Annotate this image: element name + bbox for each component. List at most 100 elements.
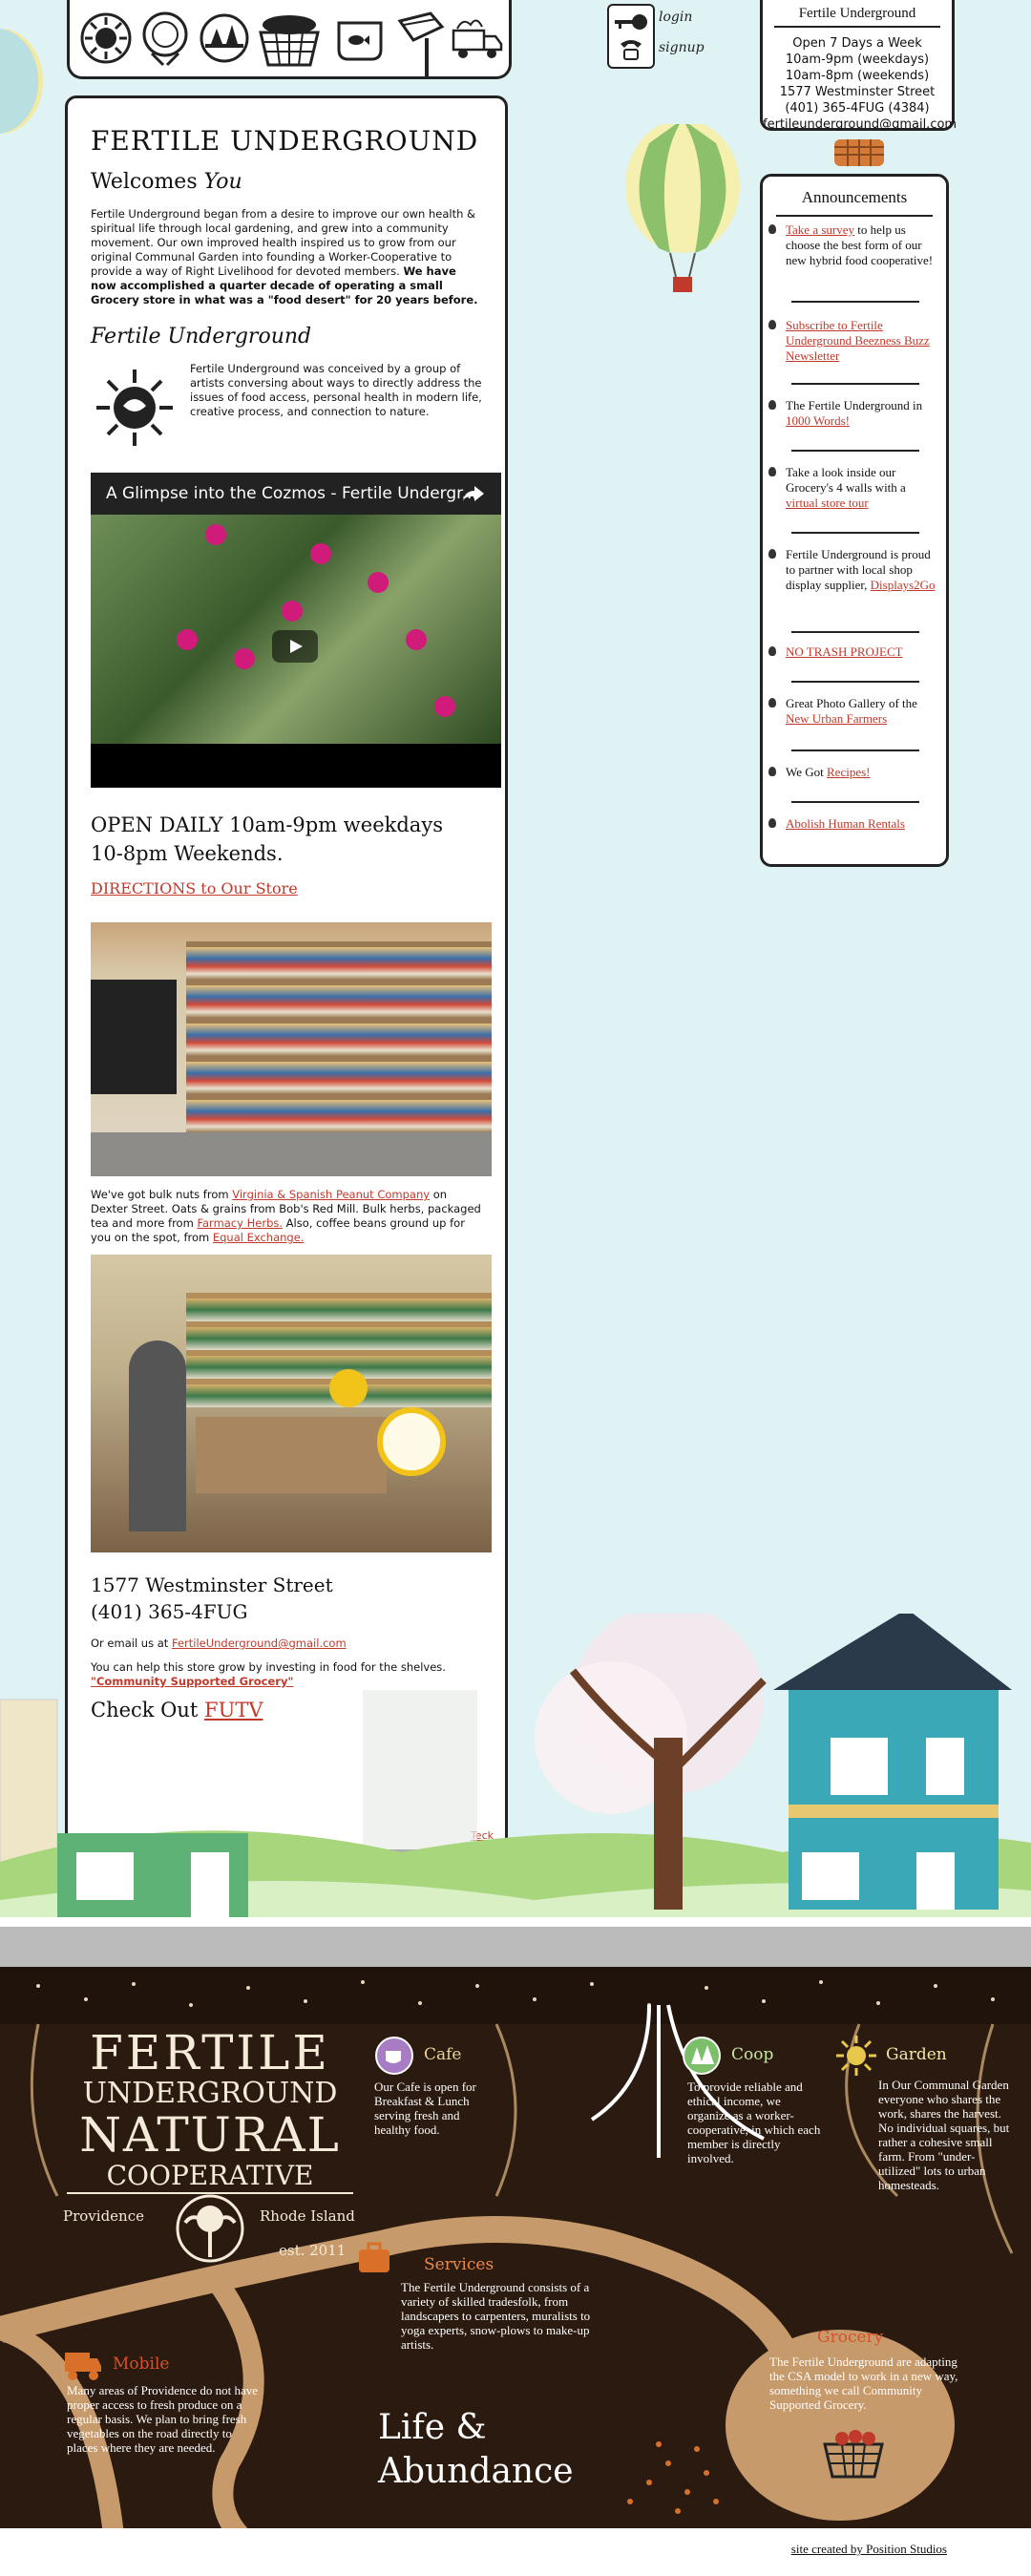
divider xyxy=(791,450,919,452)
services-text: The Fertile Underground consists of a va… xyxy=(401,2280,591,2352)
watering-can-icon[interactable] xyxy=(392,11,446,78)
flower-decoration xyxy=(177,629,198,650)
bulk-paragraph: We've got bulk nuts from Virginia & Span… xyxy=(91,1188,482,1245)
announcement-item: Fertile Underground is proud to partner … xyxy=(768,547,938,593)
share-icon[interactable] xyxy=(461,484,486,503)
announcement-item: Great Photo Gallery of the New Urban Far… xyxy=(768,696,938,727)
cafe-title[interactable]: Cafe xyxy=(424,2045,462,2064)
mobile-title[interactable]: Mobile xyxy=(113,2354,169,2374)
displays2go-link[interactable]: Displays2Go xyxy=(871,578,936,592)
announcement-text: Take a look inside our Grocery's 4 walls… xyxy=(786,465,906,495)
abolish-rentals-link[interactable]: Abolish Human Rentals xyxy=(786,816,905,831)
flower-decoration xyxy=(434,696,455,717)
flower-decoration xyxy=(368,572,389,593)
divider xyxy=(791,301,919,303)
footer: site created by Position Studios xyxy=(0,2528,1031,2576)
equal-exchange-link[interactable]: Equal Exchange. xyxy=(213,1231,305,1244)
urban-farmers-link[interactable]: New Urban Farmers xyxy=(786,711,887,726)
flower-decoration xyxy=(234,648,255,669)
video-title[interactable]: A Glimpse into the Cozmos - Fertile Unde… xyxy=(91,473,501,515)
left-balloon-decoration xyxy=(0,29,43,134)
counter-decoration xyxy=(196,1417,387,1493)
farmacy-herbs-link[interactable]: Farmacy Herbs. xyxy=(197,1216,283,1230)
life-line: Life & xyxy=(378,2408,487,2447)
login-link[interactable]: login xyxy=(659,10,692,25)
announcement-item: NO TRASH PROJECT xyxy=(768,644,938,660)
bullet-icon xyxy=(768,549,776,559)
thousand-words-link[interactable]: 1000 Words! xyxy=(786,413,850,428)
bullet-icon xyxy=(768,818,776,828)
services-tools-icon[interactable] xyxy=(355,2240,393,2278)
directions-link[interactable]: DIRECTIONS to Our Store xyxy=(91,879,482,897)
play-button[interactable] xyxy=(272,630,318,663)
phone-icon xyxy=(621,40,642,60)
video-thumbnail[interactable] xyxy=(91,515,501,744)
bullet-icon xyxy=(768,698,776,707)
logo-est: est. 2011 xyxy=(279,2242,347,2259)
hours-line: 1577 Westminster Street xyxy=(779,85,936,99)
coop-icon[interactable] xyxy=(198,11,251,65)
coop-logo: FERTILE UNDERGROUND NATURAL COOPERATIVE xyxy=(67,2028,353,2194)
conceived-text: Fertile Underground was conceived by a g… xyxy=(190,362,482,418)
daisy-decoration xyxy=(377,1407,446,1476)
divider xyxy=(791,681,919,683)
garden-title[interactable]: Garden xyxy=(886,2045,947,2064)
site-credit-link[interactable]: site created by Position Studios xyxy=(791,2542,947,2557)
sunflower-decoration xyxy=(329,1369,368,1407)
announcement-item: Subscribe to Fertile Underground Beeznes… xyxy=(768,318,938,364)
logo-line: NATURAL xyxy=(79,2107,341,2163)
truck-icon[interactable] xyxy=(450,11,503,65)
sunflower-logo-icon xyxy=(96,370,173,446)
mobile-truck-icon[interactable] xyxy=(63,2345,103,2383)
flower-decoration xyxy=(406,629,427,650)
floor-decoration xyxy=(91,1132,492,1176)
tree-logo-icon xyxy=(176,2194,244,2263)
peanut-company-link[interactable]: Virginia & Spanish Peanut Company xyxy=(232,1188,430,1201)
no-trash-link[interactable]: NO TRASH PROJECT xyxy=(786,644,903,659)
basket-decoration xyxy=(834,139,884,166)
plate-icon[interactable] xyxy=(138,11,192,67)
store-tour-link[interactable]: virtual store tour xyxy=(786,496,869,510)
flower-decoration xyxy=(205,524,226,545)
divider xyxy=(791,383,919,385)
announcement-text: The Fertile Underground in xyxy=(786,398,923,412)
announcement-item: The Fertile Underground in 1000 Words! xyxy=(768,398,938,429)
mobile-text: Many areas of Providence do not have pro… xyxy=(67,2383,258,2455)
announcement-item: Take a survey to help us choose the best… xyxy=(768,222,938,268)
cafe-icon[interactable] xyxy=(374,2036,414,2076)
survey-link[interactable]: Take a survey xyxy=(786,222,854,237)
announcement-item: We Got Recipes! xyxy=(768,765,938,780)
logo-line: FERTILE xyxy=(90,2025,330,2080)
services-title[interactable]: Services xyxy=(424,2255,494,2274)
basket-icon[interactable] xyxy=(255,11,324,67)
announcements-title: Announcements xyxy=(776,188,933,217)
video-player[interactable]: A Glimpse into the Cozmos - Fertile Unde… xyxy=(91,473,501,788)
logo-line: COOPERATIVE xyxy=(67,2160,353,2194)
announcement-item: Take a look inside our Grocery's 4 walls… xyxy=(768,465,938,511)
sunflower-icon[interactable] xyxy=(79,11,133,65)
coop-title[interactable]: Coop xyxy=(731,2045,773,2064)
chalkboard-decoration xyxy=(91,980,177,1094)
key-icon xyxy=(615,14,647,30)
grocery-title[interactable]: Grocery xyxy=(817,2328,883,2347)
recipes-link[interactable]: Recipes! xyxy=(827,765,870,779)
bullet-icon xyxy=(768,224,776,234)
welcome-prefix: Welcomes xyxy=(91,170,204,194)
aquarium-icon[interactable] xyxy=(333,11,387,65)
coop-text: To provide reliable and ethical income, … xyxy=(687,2080,821,2165)
grocery-basket-icon[interactable] xyxy=(819,2425,888,2479)
life-abundance: Life & Abundance xyxy=(378,2406,574,2494)
announcement-text: Great Photo Gallery of the xyxy=(786,696,917,710)
newsletter-link[interactable]: Subscribe to Fertile Underground Beeznes… xyxy=(786,318,930,363)
garden-text: In Our Communal Garden everyone who shar… xyxy=(878,2078,1010,2192)
bullet-icon xyxy=(768,400,776,410)
underground-section: FERTILE UNDERGROUND NATURAL COOPERATIVE … xyxy=(0,1967,1031,2544)
subtitle-heading: Fertile Underground xyxy=(91,325,312,348)
conceived-section: Fertile Underground was conceived by a g… xyxy=(91,362,482,457)
garden-sunflower-icon[interactable] xyxy=(834,2034,878,2078)
flower-decoration xyxy=(282,601,303,622)
bullet-icon xyxy=(768,646,776,656)
welcome-you: You xyxy=(203,170,242,194)
signup-link[interactable]: signup xyxy=(659,40,705,55)
coop-trees-icon[interactable] xyxy=(682,2036,722,2076)
